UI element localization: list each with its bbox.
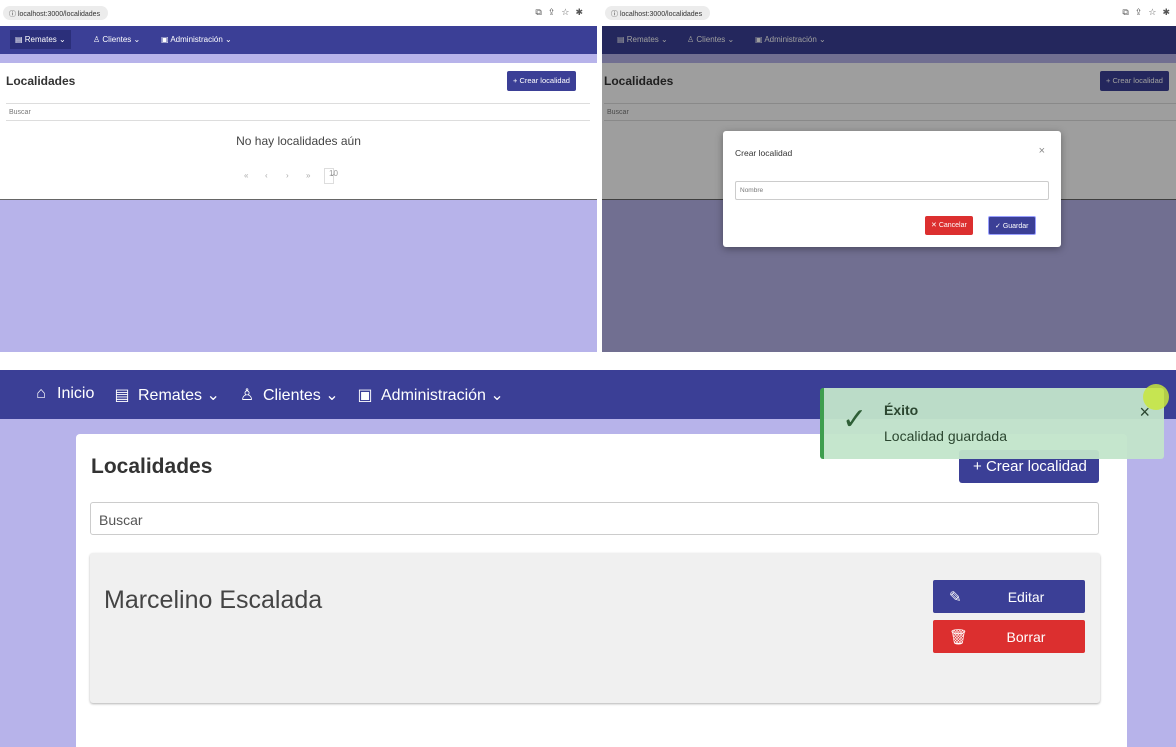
- navbar: ▤ Remates ⌄ ♙ Clientes ⌄ ▣ Administració…: [0, 26, 597, 54]
- list-icon: ▤: [114, 387, 130, 404]
- nav-remates[interactable]: ▤ Remates ⌄: [10, 30, 71, 49]
- x-icon: ✕: [931, 222, 939, 229]
- list-icon: ▤: [15, 35, 25, 44]
- localidades-card: Localidades + Crear localidad Buscar Mar…: [76, 434, 1127, 747]
- star-icon[interactable]: ☆: [561, 7, 575, 17]
- success-toast: ✓ Éxito Localidad guardada ×: [820, 388, 1164, 459]
- page-background: [0, 54, 597, 63]
- extensions-icon[interactable]: ✱: [1162, 7, 1176, 17]
- url-text: localhost:3000/localidades: [619, 11, 703, 18]
- url-text: localhost:3000/localidades: [17, 11, 101, 18]
- chevron-down-icon: ⌄: [202, 387, 220, 404]
- open-in-window-icon[interactable]: ⧉: [1122, 7, 1134, 17]
- list-page-screenshot: ⓘ localhost:3000/localidades ⧉⇪☆✱ ▤ Rema…: [0, 0, 597, 352]
- toast-message: Localidad guardada: [884, 428, 1007, 444]
- star-icon[interactable]: ☆: [1148, 7, 1162, 17]
- chevron-down-icon: ⌄: [329, 169, 336, 178]
- delete-button[interactable]: 🗑 Borrar: [933, 620, 1085, 653]
- search-input[interactable]: Buscar: [90, 502, 1099, 535]
- modal-title: Crear localidad: [735, 148, 793, 158]
- page-background: [0, 200, 597, 352]
- nav-remates[interactable]: ▤ Remates ⌄: [114, 385, 220, 405]
- briefcase-icon: ▣: [357, 387, 373, 404]
- cancel-button[interactable]: ✕ Cancelar: [925, 216, 973, 235]
- page-title: Localidades: [91, 455, 213, 478]
- toast-title: Éxito: [884, 402, 919, 418]
- last-page-button[interactable]: »: [306, 171, 310, 180]
- close-icon[interactable]: ×: [1039, 145, 1045, 157]
- users-icon: ♙: [93, 35, 103, 44]
- info-icon: ⓘ: [9, 11, 18, 18]
- prev-page-button[interactable]: ‹: [265, 171, 268, 180]
- info-icon: ⓘ: [611, 11, 620, 18]
- chevron-down-icon: ⌄: [56, 35, 66, 44]
- users-icon: ♙: [239, 387, 255, 404]
- check-icon: ✓: [842, 403, 868, 436]
- page-title: Localidades: [6, 74, 76, 88]
- nav-administracion[interactable]: ▣ Administración ⌄: [156, 30, 237, 49]
- localidad-name: Marcelino Escalada: [104, 586, 323, 614]
- create-localidad-button[interactable]: + Crear localidad: [507, 71, 576, 91]
- chevron-down-icon: ⌄: [222, 35, 232, 44]
- nav-administracion[interactable]: ▣ Administración ⌄: [357, 385, 504, 405]
- chevron-down-icon: ⌄: [485, 387, 504, 404]
- open-in-window-icon[interactable]: ⧉: [535, 7, 547, 17]
- save-button[interactable]: ✓ Guardar: [988, 216, 1036, 235]
- page-size-select[interactable]: 10 ⌄: [324, 168, 338, 184]
- check-icon: ✓: [995, 223, 1003, 230]
- empty-message: No hay localidades aún: [236, 134, 361, 148]
- home-icon: ⌂: [36, 385, 46, 402]
- briefcase-icon: ▣: [161, 35, 171, 44]
- nav-clientes[interactable]: ♙ Clientes ⌄: [88, 30, 145, 49]
- search-input[interactable]: Buscar: [6, 103, 590, 121]
- list-item: Marcelino Escalada ✎ Editar 🗑 Borrar: [90, 553, 1100, 703]
- cursor-highlight: [1143, 384, 1169, 410]
- chevron-down-icon: ⌄: [131, 35, 141, 44]
- browser-address-bar[interactable]: ⓘ localhost:3000/localidades ⧉⇪☆✱: [602, 6, 1176, 21]
- first-page-button[interactable]: «: [244, 171, 248, 180]
- create-localidad-modal: Crear localidad × Nombre ✕ Cancelar ✓ Gu…: [723, 131, 1061, 247]
- localidades-page: ⌂ Inicio ▤ Remates ⌄ ♙ Clientes ⌄ ▣ Administ…: [0, 370, 1176, 747]
- nav-clientes[interactable]: ♙ Clientes ⌄: [239, 385, 339, 405]
- edit-button[interactable]: ✎ Editar: [933, 580, 1085, 613]
- plus-icon: +: [973, 458, 986, 475]
- next-page-button[interactable]: ›: [286, 171, 289, 180]
- browser-address-bar[interactable]: ⓘ localhost:3000/localidades ⧉⇪☆✱: [0, 6, 597, 21]
- chevron-down-icon: ⌄: [320, 387, 339, 404]
- share-icon[interactable]: ⇪: [1135, 7, 1149, 17]
- extensions-icon[interactable]: ✱: [575, 7, 589, 17]
- share-icon[interactable]: ⇪: [548, 7, 562, 17]
- nav-inicio[interactable]: ⌂ Inicio: [33, 385, 94, 403]
- create-modal-screenshot: ⓘ localhost:3000/localidades ⧉⇪☆✱ ▤ Rema…: [602, 0, 1176, 352]
- nombre-input[interactable]: Nombre: [735, 181, 1049, 200]
